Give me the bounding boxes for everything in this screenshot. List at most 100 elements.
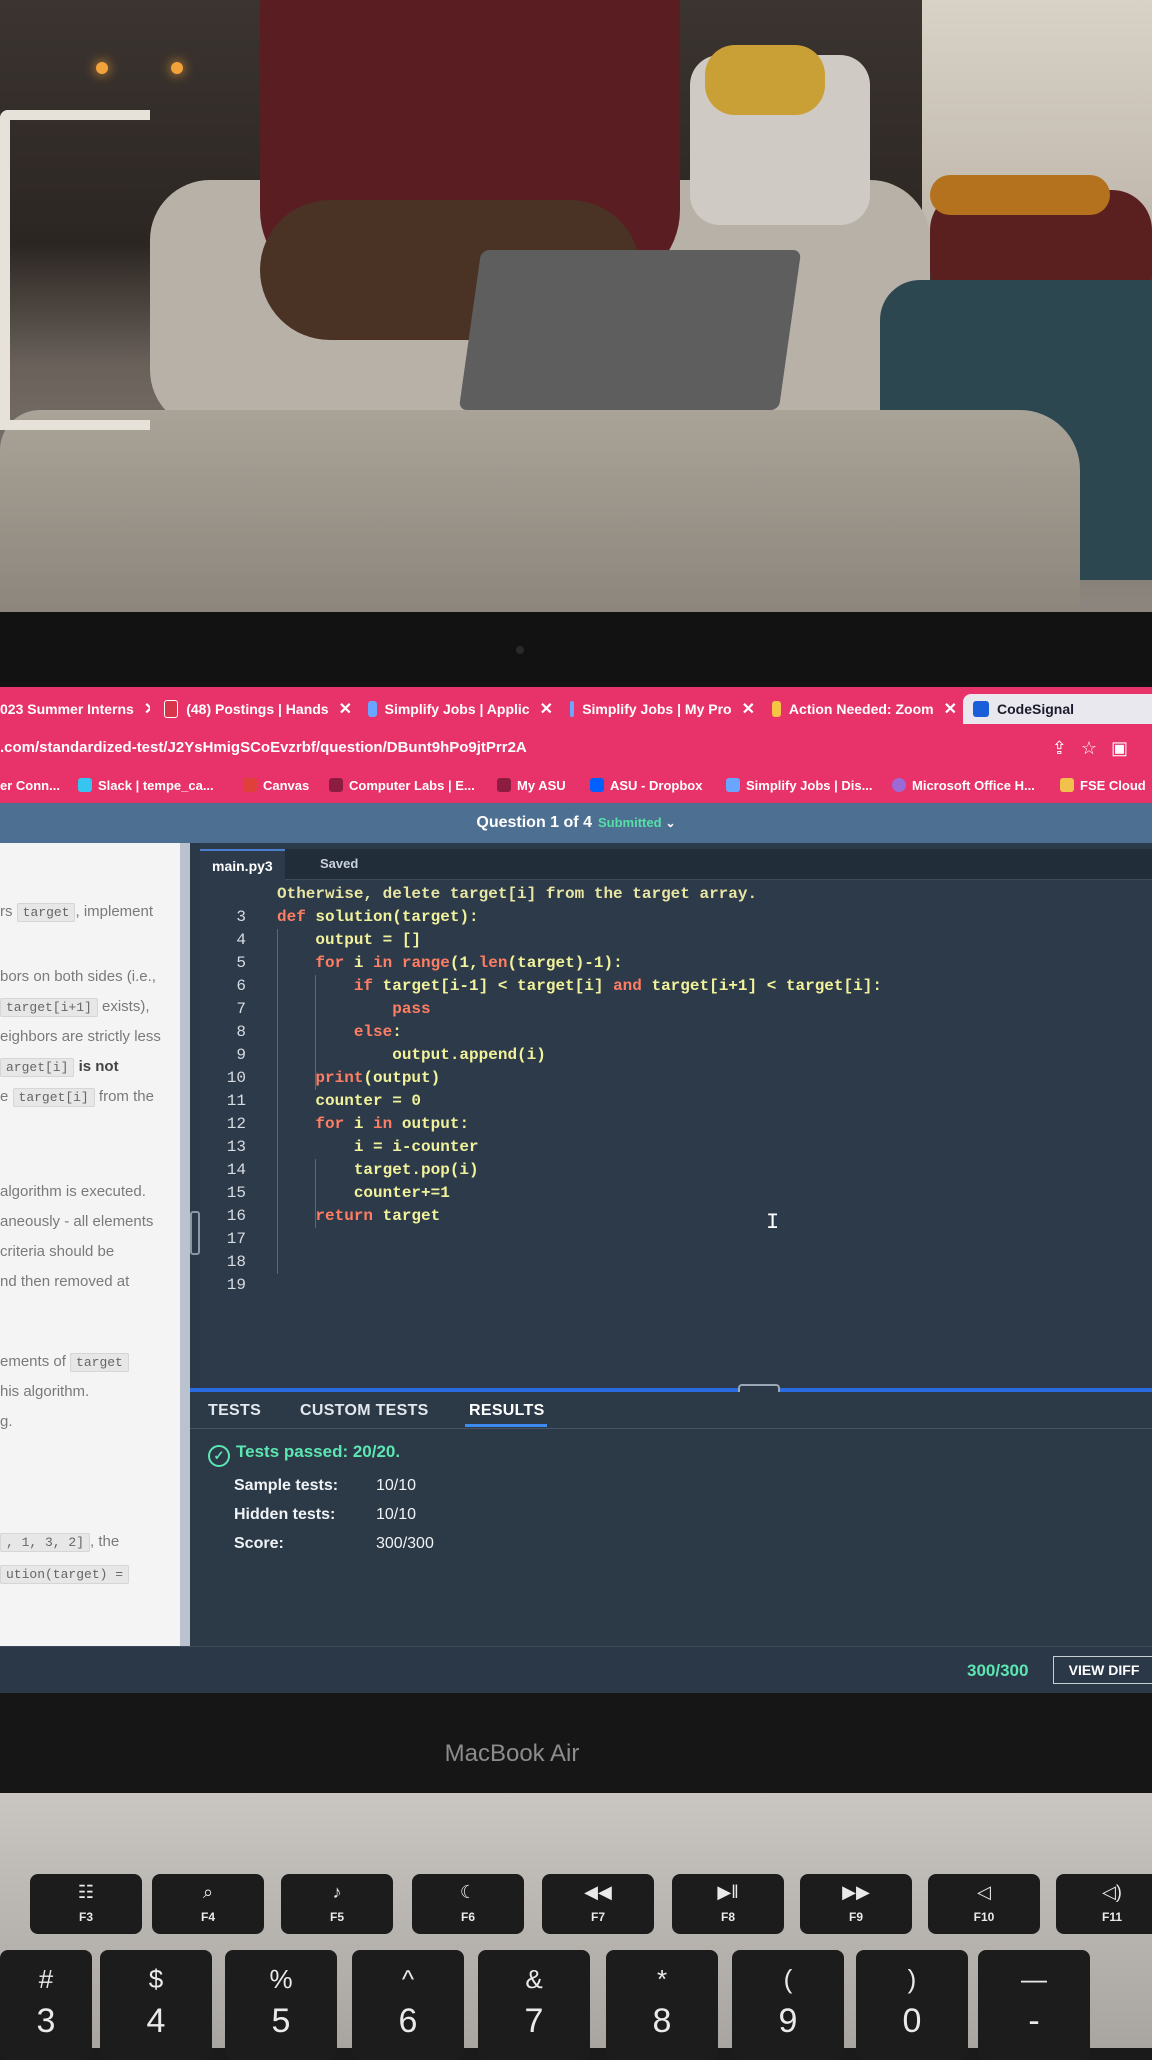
code-keyword: print bbox=[315, 1069, 364, 1087]
bookmark[interactable]: My ASU bbox=[497, 778, 566, 793]
description-text: g. bbox=[0, 1413, 13, 1430]
line-number: 17 bbox=[226, 1230, 246, 1248]
close-icon[interactable]: ✕ bbox=[540, 699, 553, 719]
browser-tab[interactable]: Action Needed: Zoom ✕ bbox=[772, 694, 957, 724]
description-text: aneously - all elements bbox=[0, 1213, 154, 1230]
key-label: F3 bbox=[78, 1910, 93, 1924]
description-text: e bbox=[0, 1088, 13, 1105]
code-line[interactable]: 12 for i in output: bbox=[200, 1113, 1140, 1135]
code-line[interactable]: 15 counter+=1 bbox=[200, 1182, 1140, 1204]
extension-icon[interactable]: ▣ bbox=[1111, 738, 1142, 758]
key-glyph-icon: ▶‖ bbox=[717, 1882, 739, 1902]
description-line: his algorithm. bbox=[0, 1383, 89, 1400]
total-score: 300/300 bbox=[967, 1661, 1029, 1680]
line-number: 5 bbox=[236, 954, 246, 972]
bookmark-label: Microsoft Office H... bbox=[912, 778, 1035, 793]
code-line[interactable]: 17 bbox=[200, 1228, 1140, 1250]
code-line[interactable]: 7 pass bbox=[200, 998, 1140, 1020]
code-line[interactable]: 13 i = i-counter bbox=[200, 1136, 1140, 1158]
code-line[interactable]: Otherwise, delete target[i] from the tar… bbox=[200, 883, 1140, 905]
key-label: F5 bbox=[329, 1910, 344, 1924]
tab-tests[interactable]: TESTS bbox=[208, 1402, 261, 1420]
bookmark[interactable]: Computer Labs | E... bbox=[329, 778, 475, 793]
code-text: output.append(i) bbox=[277, 1046, 546, 1064]
line-number: 4 bbox=[236, 931, 246, 949]
browser-tab[interactable]: 023 Summer Interns ✕ bbox=[0, 694, 150, 724]
star-icon[interactable]: ☆ bbox=[1081, 738, 1111, 758]
splitter-handle[interactable] bbox=[190, 1211, 200, 1255]
browser-tab[interactable]: (48) Postings | Hands ✕ bbox=[164, 694, 352, 724]
code-keyword: len bbox=[478, 954, 508, 972]
text-cursor-icon: I bbox=[766, 1210, 780, 1235]
bottom-toolbar: 300/300 VIEW DIFF bbox=[0, 1646, 1152, 1694]
results-tab-bar: TESTS CUSTOM TESTS RESULTS bbox=[190, 1392, 1152, 1429]
code-keyword: in bbox=[373, 954, 393, 972]
share-icon[interactable]: ⇪ bbox=[1052, 738, 1081, 758]
function-key: ▶▶ F9 bbox=[800, 1874, 912, 1934]
bookmark-label: er Conn... bbox=[0, 778, 60, 793]
bookmark[interactable]: ASU - Dropbox bbox=[590, 778, 702, 793]
description-text: nd then removed at bbox=[0, 1273, 130, 1290]
code-line[interactable]: 18 bbox=[200, 1251, 1140, 1273]
code-line[interactable]: 14 target.pop(i) bbox=[200, 1159, 1140, 1181]
bookmark[interactable]: Slack | tempe_ca... bbox=[78, 778, 214, 793]
office-icon bbox=[892, 778, 906, 792]
code-line[interactable]: 6 if target[i-1] < target[i] and target[… bbox=[200, 975, 1140, 997]
line-number: 15 bbox=[226, 1184, 246, 1202]
bookmark[interactable]: FSE Cloud bbox=[1060, 778, 1146, 793]
key-shift-label: & bbox=[525, 1964, 543, 1994]
bookmark[interactable]: er Conn... bbox=[0, 778, 60, 793]
function-key: ◀◀ F7 bbox=[542, 1874, 654, 1934]
tab-custom-tests[interactable]: CUSTOM TESTS bbox=[300, 1402, 429, 1420]
key-shift-label: * bbox=[656, 1964, 668, 1994]
code-line[interactable]: 3 def solution(target): bbox=[200, 906, 1140, 928]
key-label: 5 bbox=[271, 2002, 291, 2040]
line-number: 16 bbox=[226, 1207, 246, 1225]
code-text: pass bbox=[277, 998, 430, 1020]
tab-label: (48) Postings | Hands bbox=[186, 701, 329, 717]
line-number: 18 bbox=[226, 1253, 246, 1271]
code-line[interactable]: 8 else: bbox=[200, 1021, 1140, 1043]
code-text: output = [] bbox=[277, 931, 422, 949]
number-key: % 5 bbox=[225, 1950, 337, 2060]
code-line[interactable]: 16 return target bbox=[200, 1205, 1140, 1227]
code-line[interactable]: 5 for i in range(1,len(target)-1): bbox=[200, 952, 1140, 974]
bookmark-label: Simplify Jobs | Dis... bbox=[746, 778, 873, 793]
fse-icon bbox=[1060, 778, 1074, 792]
close-icon[interactable]: ✕ bbox=[144, 699, 150, 719]
close-icon[interactable]: ✕ bbox=[944, 699, 957, 719]
close-icon[interactable]: ✕ bbox=[742, 699, 755, 719]
url-field[interactable]: .com/standardized-test/J2YsHmigSCoEvzrbf… bbox=[0, 739, 527, 756]
code-text: def solution(target): bbox=[277, 908, 479, 926]
code-editor[interactable]: main.py3 Saved Otherwise, delete target[… bbox=[200, 843, 1152, 1393]
close-icon[interactable]: ✕ bbox=[339, 699, 352, 719]
browser-tab-active[interactable]: CodeSignal bbox=[963, 694, 1152, 724]
description-line: bors on both sides (i.e., bbox=[0, 968, 156, 985]
string-light bbox=[171, 62, 183, 74]
key-glyph-icon: ◁) bbox=[1102, 1882, 1122, 1902]
sample-tests-label: Sample tests: bbox=[234, 1477, 339, 1494]
bookmark[interactable]: Microsoft Office H... bbox=[892, 778, 1035, 793]
function-key: ☾ F6 bbox=[412, 1874, 524, 1934]
question-selector[interactable]: Question 1 of 4 Submitted ⌄ bbox=[0, 814, 1152, 832]
code-line[interactable]: 19 bbox=[200, 1274, 1140, 1296]
browser-tab[interactable]: Simplify Jobs | My Pro ✕ bbox=[570, 694, 755, 724]
description-text: from the bbox=[94, 1088, 154, 1105]
file-tab-main[interactable]: main.py3 bbox=[200, 849, 285, 881]
code-line[interactable]: 4 output = [] bbox=[200, 929, 1140, 951]
inline-code: target bbox=[16, 903, 76, 922]
bookmark[interactable]: Simplify Jobs | Dis... bbox=[726, 778, 872, 793]
results-panel: TESTS CUSTOM TESTS RESULTS ✓ Tests passed… bbox=[190, 1392, 1152, 1646]
code-line[interactable]: 10 print(output) bbox=[200, 1067, 1140, 1089]
code-text: if target[i-1] < target[i] and target[i+… bbox=[353, 977, 882, 995]
view-diff-button[interactable]: VIEW DIFF bbox=[1053, 1656, 1152, 1684]
summary-text: Tests passed: 20/20. bbox=[236, 1442, 401, 1461]
number-key: ^ 6 bbox=[352, 1950, 464, 2060]
code-line[interactable]: 9 output.append(i) bbox=[200, 1044, 1140, 1066]
bookmark[interactable]: Canvas bbox=[243, 778, 309, 793]
tab-results[interactable]: RESULTS bbox=[469, 1402, 545, 1420]
browser-tab[interactable]: Simplify Jobs | Applic ✕ bbox=[368, 694, 553, 724]
vertical-splitter[interactable] bbox=[180, 843, 190, 1646]
asu-icon bbox=[329, 778, 343, 792]
code-line[interactable]: 11 counter = 0 bbox=[200, 1090, 1140, 1112]
